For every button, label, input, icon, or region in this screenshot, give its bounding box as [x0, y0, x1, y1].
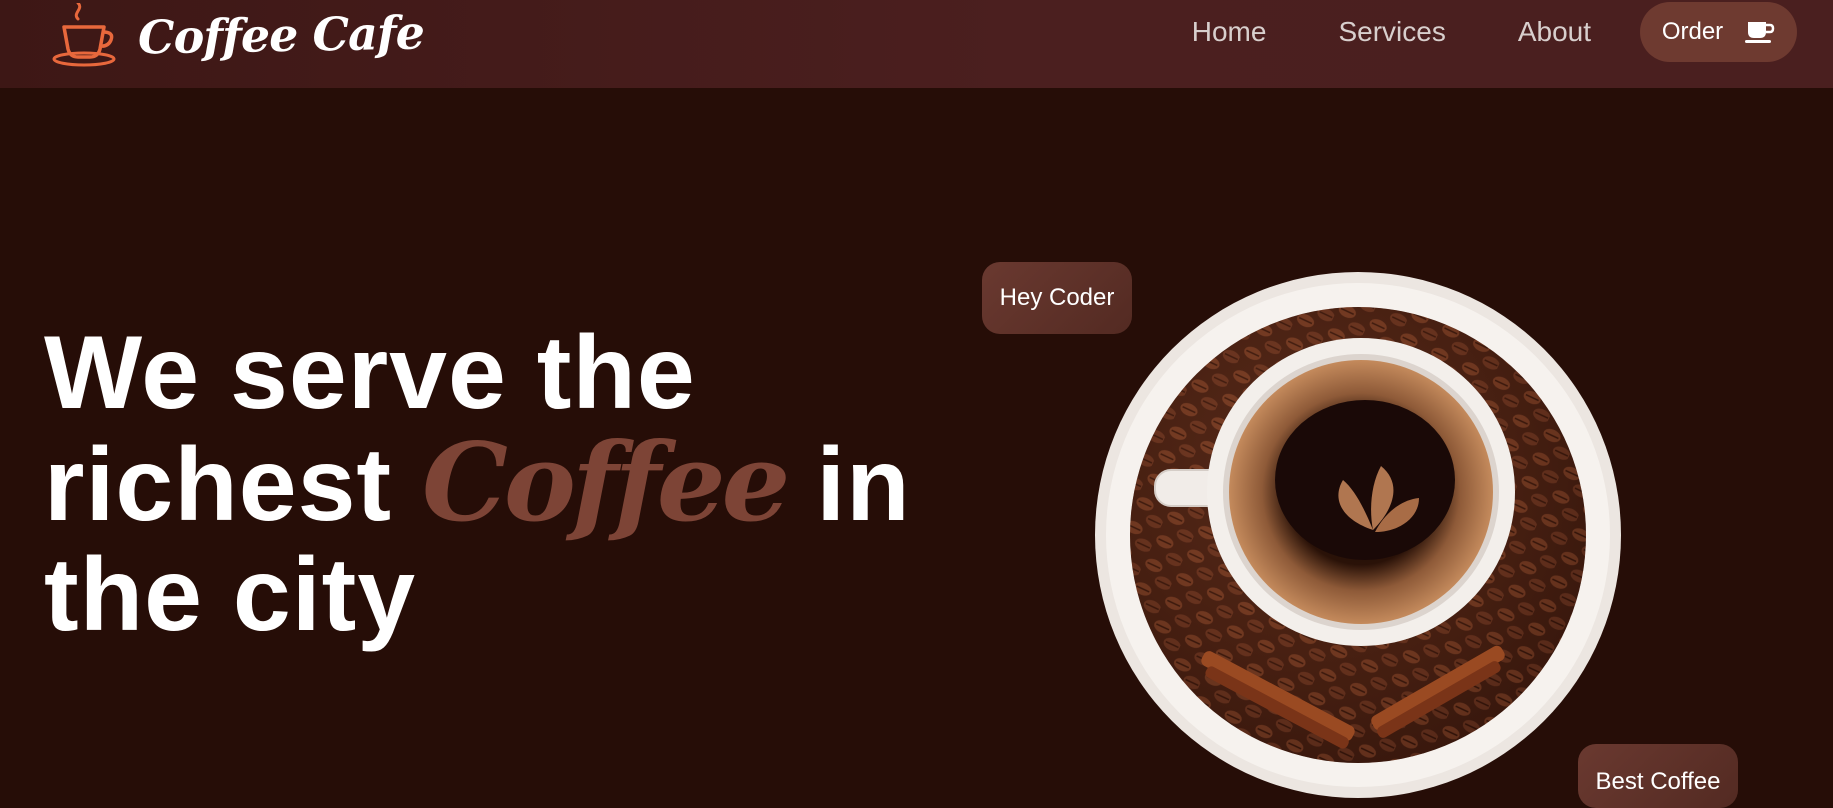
tag-best-coffee-label: Best Coffee [1595, 768, 1721, 795]
hero-title-in: in [816, 427, 911, 543]
nav-link-services[interactable]: Services [1338, 18, 1445, 46]
hero-title-accent: Coffee [421, 420, 790, 546]
tag-hey-coder-label: Hey Coder [999, 284, 1115, 311]
hero-title-line1: We serve the [44, 315, 696, 431]
order-button-label: Order [1661, 18, 1724, 45]
tag-hey-coder: Hey Coder [982, 262, 1132, 334]
brand-name: Coffee Cafe [137, 5, 425, 65]
hero-title-richest: richest [44, 427, 393, 543]
coffee-cup-icon [50, 3, 120, 67]
site-header: Coffee Cafe Home Services About Order [0, 0, 1833, 88]
main-nav: Home Services About Order [1192, 0, 1833, 64]
coffee-cup-icon [1745, 20, 1775, 44]
nav-link-home[interactable]: Home [1192, 18, 1267, 46]
tag-best-coffee: Best Coffee [1578, 744, 1738, 808]
hero-title-line3: the city [44, 537, 417, 653]
brand[interactable]: Coffee Cafe [50, 0, 424, 70]
order-button[interactable]: Order [1640, 2, 1797, 62]
coffee-image [1093, 270, 1623, 800]
nav-link-about[interactable]: About [1518, 18, 1591, 46]
hero-title: We serve the richest Coffee in the city [44, 318, 911, 650]
